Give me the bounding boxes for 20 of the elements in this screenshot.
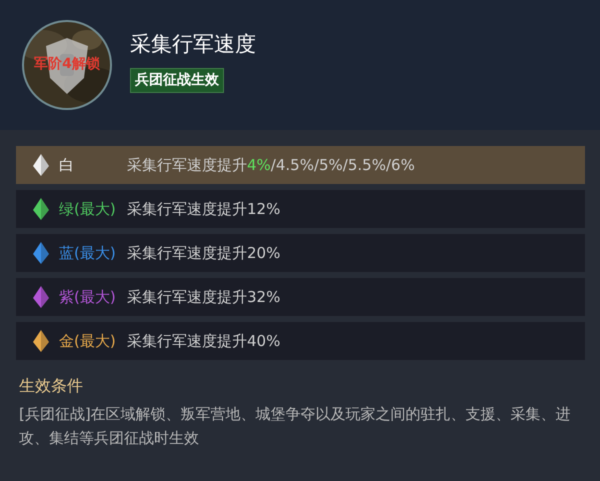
condition-text: [兵团征战]在区域解锁、叛军营地、城堡争夺以及玩家之间的驻扎、支援、采集、进攻、集结等兵团征战时生效 <box>19 404 572 449</box>
tier-effect: 采集行军速度提升4%/4.5%/5%/5.5%/6% <box>127 154 415 176</box>
condition-heading: 生效条件 <box>19 375 84 397</box>
tier-effect: 采集行军速度提升12% <box>127 198 280 220</box>
tier-label: 白 <box>59 154 75 176</box>
tier-row[interactable]: 紫(最大) 采集行军速度提升32% <box>16 278 585 316</box>
tier-row[interactable]: 蓝(最大) 采集行军速度提升20% <box>16 234 585 272</box>
tier-effect: 采集行军速度提升40% <box>127 330 280 352</box>
skill-title: 采集行军速度 <box>130 30 256 58</box>
tier-label: 绿(最大) <box>59 198 117 220</box>
tier-effect: 采集行军速度提升32% <box>127 286 280 308</box>
tier-row[interactable]: 金(最大) 采集行军速度提升40% <box>16 322 585 360</box>
lock-label: 军阶4解锁 <box>33 55 101 74</box>
tier-label: 金(最大) <box>59 330 117 352</box>
tier-label: 紫(最大) <box>59 286 117 308</box>
effect-tag: 兵团征战生效 <box>130 68 224 94</box>
tier-row[interactable]: 绿(最大) 采集行军速度提升12% <box>16 190 585 228</box>
tier-effect: 采集行军速度提升20% <box>127 242 280 264</box>
tier-label: 蓝(最大) <box>59 242 117 264</box>
tier-row[interactable]: 白 采集行军速度提升4%/4.5%/5%/5.5%/6% <box>16 146 585 184</box>
